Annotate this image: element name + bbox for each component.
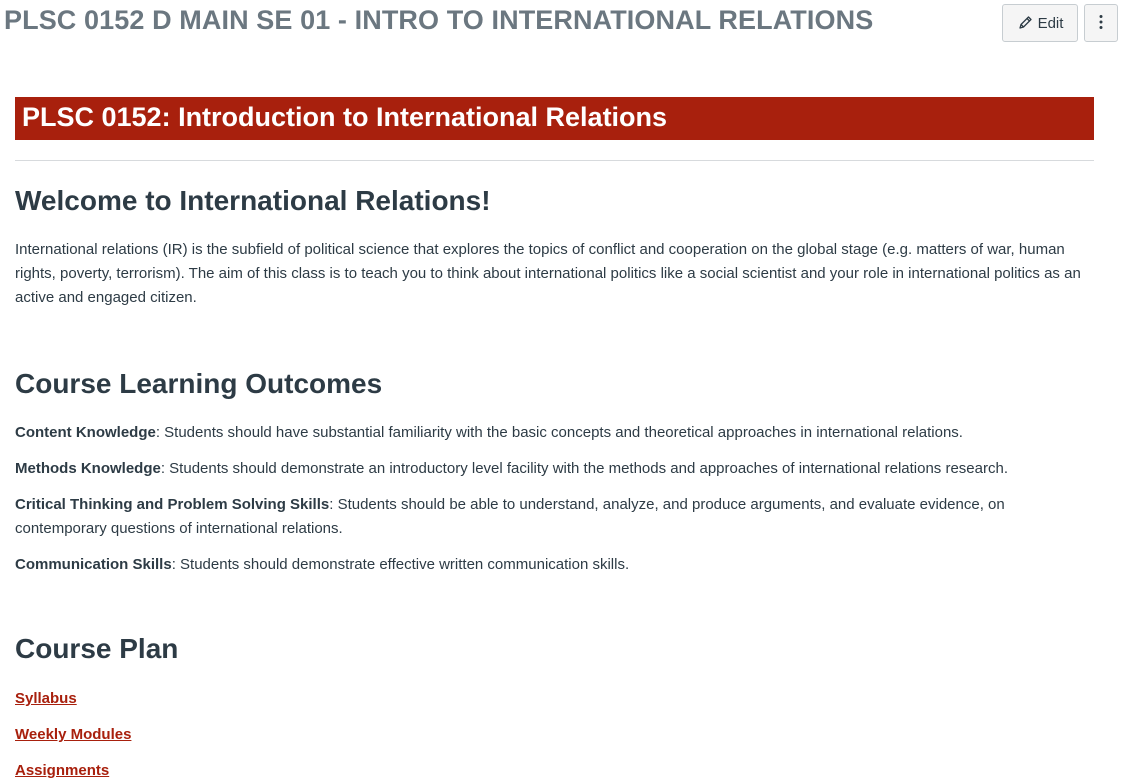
divider bbox=[15, 160, 1094, 161]
course-plan-heading: Course Plan bbox=[15, 633, 179, 664]
outcome-text: : Students should demonstrate effective … bbox=[171, 556, 630, 573]
outcome-term: Communication Skills bbox=[15, 556, 172, 573]
edit-button[interactable]: Edit bbox=[1002, 4, 1078, 42]
outcome-content-knowledge: Content Knowledge: Students should have … bbox=[15, 421, 1094, 445]
outcome-term: Content Knowledge bbox=[15, 424, 156, 441]
course-home-page: PLSC 0152 D MAIN SE 01 - INTRO TO INTERN… bbox=[0, 0, 1126, 783]
vertical-ellipsis-icon bbox=[1099, 14, 1103, 33]
weekly-modules-link[interactable]: Weekly Modules bbox=[15, 723, 131, 747]
page-content: PLSC 0152: Introduction to International… bbox=[15, 97, 1094, 783]
more-options-button[interactable] bbox=[1084, 4, 1118, 42]
outcome-text: : Students should have substantial famil… bbox=[155, 424, 963, 441]
syllabus-link[interactable]: Syllabus bbox=[15, 687, 77, 711]
course-banner: PLSC 0152: Introduction to International… bbox=[15, 97, 1094, 140]
welcome-heading: Welcome to International Relations! bbox=[15, 185, 491, 216]
page-title: PLSC 0152 D MAIN SE 01 - INTRO TO INTERN… bbox=[4, 5, 874, 35]
outcome-term: Methods Knowledge bbox=[15, 460, 161, 477]
outcome-communication-skills: Communication Skills: Students should de… bbox=[15, 553, 1094, 577]
pencil-icon bbox=[1017, 15, 1033, 31]
intro-paragraph: International relations (IR) is the subf… bbox=[15, 241, 1081, 306]
outcome-text: : Students should demonstrate an introdu… bbox=[160, 460, 1008, 477]
edit-button-label: Edit bbox=[1037, 14, 1064, 32]
assignments-link[interactable]: Assignments bbox=[15, 759, 109, 783]
page-header: PLSC 0152 D MAIN SE 01 - INTRO TO INTERN… bbox=[4, 0, 1122, 48]
outcome-critical-thinking: Critical Thinking and Problem Solving Sk… bbox=[15, 493, 1094, 541]
outcome-methods-knowledge: Methods Knowledge: Students should demon… bbox=[15, 457, 1094, 481]
outcome-term: Critical Thinking and Problem Solving Sk… bbox=[15, 496, 330, 513]
outcomes-heading: Course Learning Outcomes bbox=[15, 368, 383, 399]
